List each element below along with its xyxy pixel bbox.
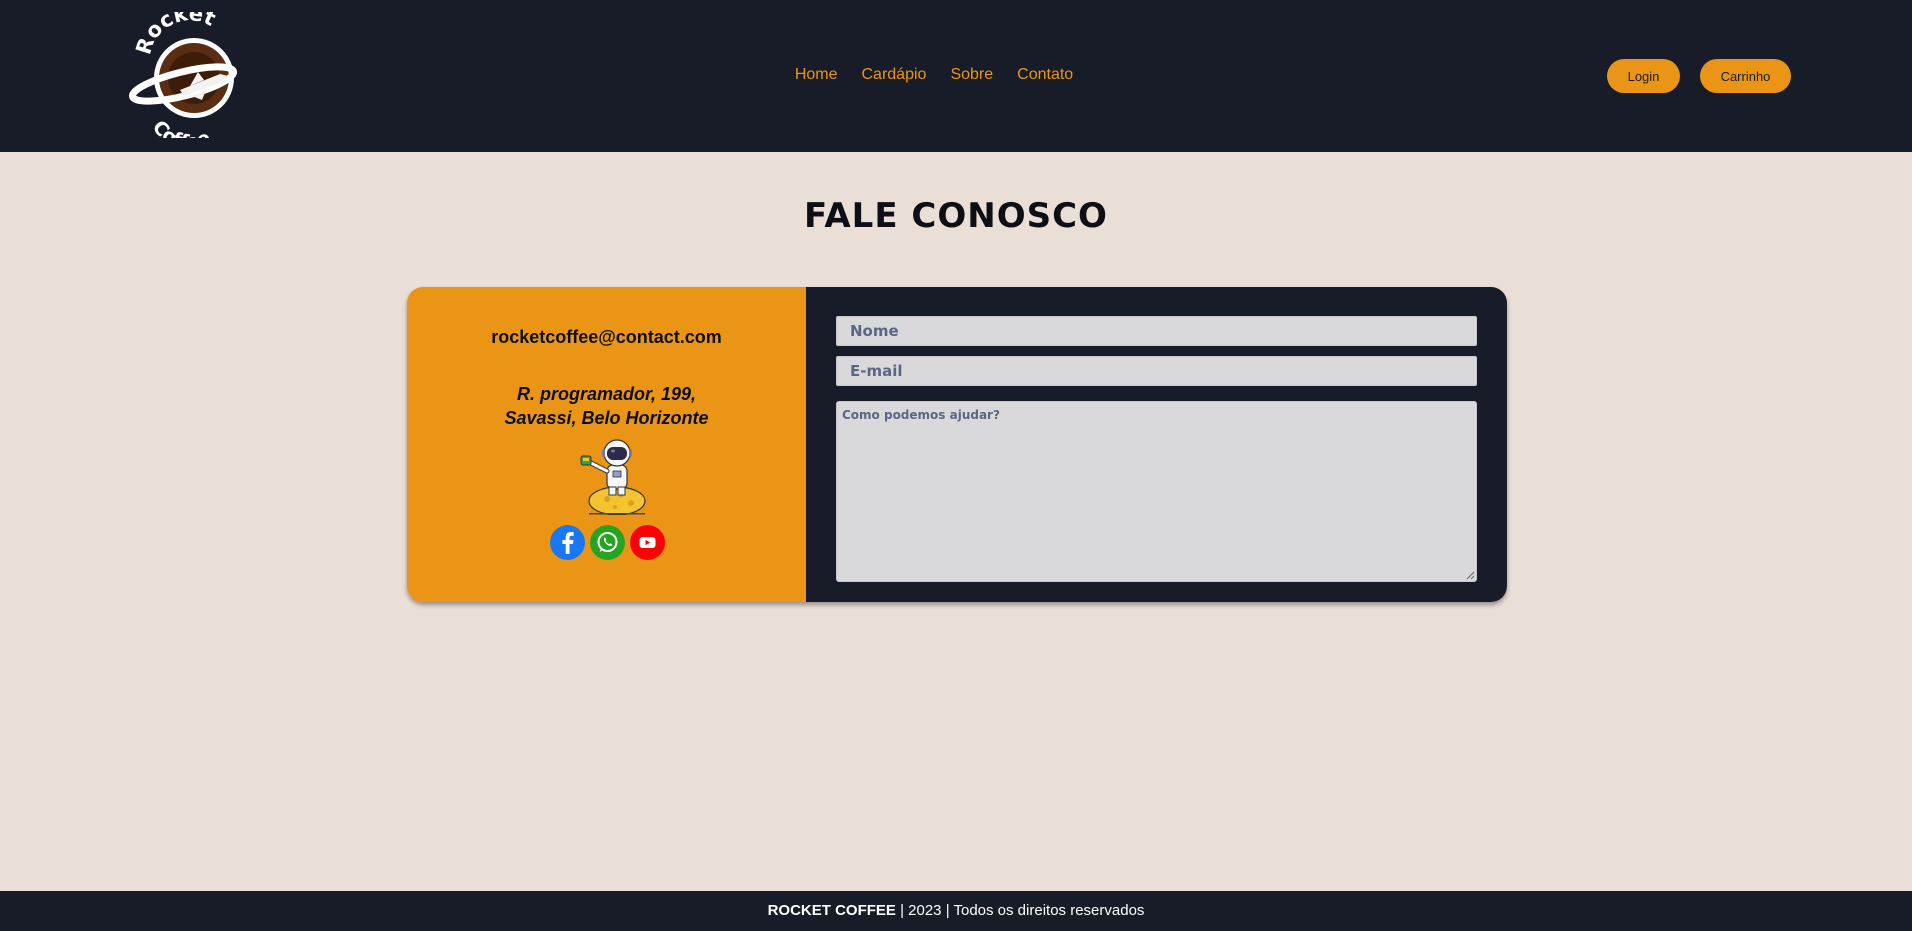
contact-email: rocketcoffee@contact.com — [491, 327, 722, 347]
svg-text:Coffee: Coffee — [148, 116, 214, 138]
nav-home-link[interactable]: Home — [795, 66, 838, 84]
logo-bottom-text: Coffee — [148, 116, 214, 138]
contact-form-panel — [806, 287, 1507, 602]
footer-brand: ROCKET COFFEE — [767, 902, 896, 919]
login-button[interactable]: Login — [1607, 59, 1680, 93]
youtube-icon[interactable] — [630, 525, 665, 560]
nav-sobre-link[interactable]: Sobre — [950, 66, 993, 84]
astronaut-illustration-icon — [580, 439, 646, 515]
address-line-1: R. programador, 199, — [516, 384, 697, 404]
facebook-icon[interactable] — [550, 525, 585, 560]
page-title: FALE CONOSCO — [804, 196, 1108, 236]
email-input[interactable] — [836, 356, 1477, 386]
contact-card: rocketcoffee@contact.com R. programador,… — [407, 287, 1507, 602]
contact-address: R. programador, 199, Savassi, Belo Horiz… — [407, 382, 806, 430]
message-textarea[interactable] — [836, 401, 1477, 582]
address-line-2: Savassi, Belo Horizonte — [504, 408, 709, 428]
cart-button[interactable]: Carrinho — [1700, 59, 1791, 93]
site-header: Rocket Coffee Home Cardápio Sobre Contat… — [0, 0, 1912, 152]
whatsapp-icon[interactable] — [590, 525, 625, 560]
resize-handle-icon[interactable] — [1466, 571, 1475, 580]
contact-info-panel: rocketcoffee@contact.com R. programador,… — [407, 287, 806, 602]
name-input[interactable] — [836, 316, 1477, 346]
nav-cardapio-link[interactable]: Cardápio — [862, 66, 927, 84]
nav-contato-link[interactable]: Contato — [1017, 66, 1073, 84]
site-footer: ROCKET COFFEE | 2023 | Todos os direitos… — [0, 891, 1912, 931]
social-links — [550, 525, 665, 560]
footer-copyright: | 2023 | Todos os direitos reservados — [895, 902, 1145, 919]
